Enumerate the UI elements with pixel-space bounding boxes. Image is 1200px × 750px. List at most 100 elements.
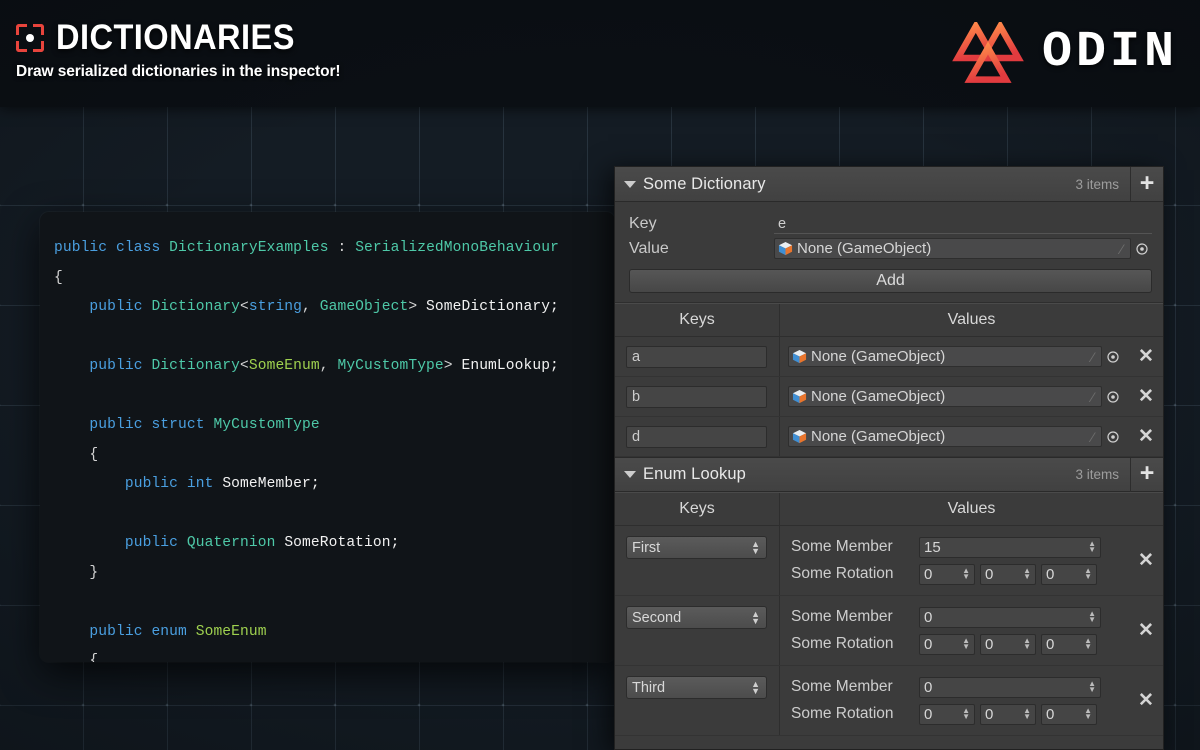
code-token: public [54,358,152,374]
section-title: Some Dictionary [643,174,766,193]
value-objectfield[interactable]: None (GameObject) ⁄ [788,346,1102,367]
object-picker-icon[interactable] [1131,242,1152,255]
updown-arrows-icon[interactable]: ▲ ▼ [751,539,760,555]
some-member-input[interactable]: 15 ▲ ▼ [919,536,1101,558]
close-x-icon[interactable]: ✕ [1129,596,1163,665]
code-token: { [54,446,99,463]
spinner-icon[interactable]: ▲ ▼ [962,567,970,581]
key-input[interactable]: d [626,425,767,448]
some-member-row: Some Member 0 ▲ ▼ [791,605,1129,629]
enum-dropdown[interactable]: Second ▲ ▼ [626,606,767,629]
some-rotation-row: Some Rotation 0 ▲ ▼ 0 ▲ ▼ 0 ▲ ▼ [791,702,1129,726]
close-x-icon[interactable]: ✕ [1129,425,1163,448]
some-member-input[interactable]: 0 ▲ ▼ [919,606,1101,628]
spinner-icon[interactable]: ▲ ▼ [1084,707,1092,721]
code-token: Quaternion [186,535,285,551]
enum-dropdown[interactable]: Third ▲ ▼ [626,676,767,699]
some-rotation-label: Some Rotation [791,565,894,582]
key-cell: Second ▲ ▼ [615,596,780,665]
objectfield-selector-icon[interactable]: ⁄ [1092,389,1094,405]
key-cell: d [615,417,780,456]
key-label: Key [629,214,657,232]
item-count-label: 3 items [1075,467,1119,482]
close-x-icon[interactable]: ✕ [1129,345,1163,368]
section-header-some-dictionary[interactable]: Some Dictionary 3 items + [615,167,1163,202]
value-cell: Some Member 0 ▲ ▼ Some Rotation 0 ▲ ▼ 0 ▲ ▼ 0 ▲ ▼ [780,596,1129,665]
object-picker-icon[interactable] [1102,430,1123,443]
table-row: Second ▲ ▼ Some Member 0 ▲ ▼ Some Rotation 0 ▲ ▼ 0 ▲… [615,596,1163,666]
spinner-icon[interactable]: ▲ ▼ [1088,610,1096,624]
rotation-input[interactable]: 0 ▲ ▼ [919,703,975,725]
key-cell: First ▲ ▼ [615,526,780,595]
code-token: string [248,299,303,315]
triangle-down-icon[interactable] [624,180,636,188]
objectfield-value: None (GameObject) [811,388,946,405]
value-cell: None (GameObject) ⁄ [780,377,1129,416]
new-value-objectfield[interactable]: None (GameObject) ⁄ [774,238,1131,259]
objectfield-selector-icon[interactable]: ⁄ [1121,241,1123,257]
object-picker-icon[interactable] [1102,350,1123,363]
code-token: SomeDictionary; [426,299,559,315]
code-token: public [54,535,187,551]
updown-arrows-icon[interactable]: ▲ ▼ [751,609,760,625]
triangle-down-icon[interactable] [624,471,636,478]
enum-column-headers: Keys Values [615,492,1163,526]
table-row: b None (GameObject) ⁄ ✕ [615,377,1163,417]
add-button[interactable]: Add [629,269,1152,293]
some-member-label: Some Member [791,608,893,625]
spinner-icon[interactable]: ▲ ▼ [1084,637,1092,651]
key-input[interactable]: b [626,385,767,408]
rotation-input[interactable]: 0 ▲ ▼ [1041,703,1097,725]
code-token: public [54,623,152,640]
some-rotation-label: Some Rotation [791,705,894,722]
rotation-input[interactable]: 0 ▲ ▼ [980,633,1036,655]
plus-icon[interactable]: + [1130,457,1163,492]
valknut-icon [952,22,1024,83]
spinner-icon[interactable]: ▲ ▼ [1088,540,1096,554]
new-value-row: Value None (GameObject) ⁄ [629,236,1152,261]
spinner-icon[interactable]: ▲ ▼ [1084,567,1092,581]
close-x-icon[interactable]: ✕ [1129,526,1163,595]
code-panel: public class DictionaryExamples : Serial… [40,212,615,662]
rotation-input[interactable]: 0 ▲ ▼ [980,703,1036,725]
rotation-input[interactable]: 0 ▲ ▼ [980,563,1036,585]
key-input[interactable]: a [626,345,767,368]
value-cell: None (GameObject) ⁄ [780,337,1129,376]
some-member-input[interactable]: 0 ▲ ▼ [919,676,1101,698]
spinner-icon[interactable]: ▲ ▼ [962,707,970,721]
value-objectfield[interactable]: None (GameObject) ⁄ [788,386,1102,407]
spinner-icon[interactable]: ▲ ▼ [962,637,970,651]
spinner-icon[interactable]: ▲ ▼ [1023,707,1031,721]
table-row: d None (GameObject) ⁄ ✕ [615,417,1163,457]
value-objectfield[interactable]: None (GameObject) ⁄ [788,426,1102,447]
value-cell: Some Member 15 ▲ ▼ Some Rotation 0 ▲ ▼ 0 ▲ ▼ 0 ▲ ▼ [780,526,1129,595]
object-picker-icon[interactable] [1102,390,1123,403]
spinner-icon[interactable]: ▲ ▼ [1023,637,1031,651]
rotation-input[interactable]: 0 ▲ ▼ [1041,563,1097,585]
enum-dropdown[interactable]: First ▲ ▼ [626,536,767,559]
code-token: < [240,299,249,315]
new-key-row: Key e [629,211,1152,236]
plus-icon[interactable]: + [1130,167,1163,201]
rotation-input[interactable]: 0 ▲ ▼ [919,563,975,585]
objectfield-selector-icon[interactable]: ⁄ [1092,429,1094,445]
objectfield-selector-icon[interactable]: ⁄ [1092,349,1094,365]
rotation-input[interactable]: 0 ▲ ▼ [919,633,975,655]
code-token: Dictionary [151,358,241,374]
close-x-icon[interactable]: ✕ [1129,666,1163,735]
code-token: int [186,476,223,492]
code-line: } [54,559,615,589]
code-line: public Quaternion SomeRotation; [54,529,615,559]
value-cell: None (GameObject) ⁄ [780,417,1129,456]
code-token: EnumLookup; [461,358,559,374]
new-key-input[interactable]: e [774,213,1152,234]
close-x-icon[interactable]: ✕ [1129,385,1163,408]
rotation-input[interactable]: 0 ▲ ▼ [1041,633,1097,655]
spinner-icon[interactable]: ▲ ▼ [1088,680,1096,694]
spinner-icon[interactable]: ▲ ▼ [1023,567,1031,581]
updown-arrows-icon[interactable]: ▲ ▼ [751,679,760,695]
section-header-enum-lookup[interactable]: Enum Lookup 3 items + [615,457,1163,492]
